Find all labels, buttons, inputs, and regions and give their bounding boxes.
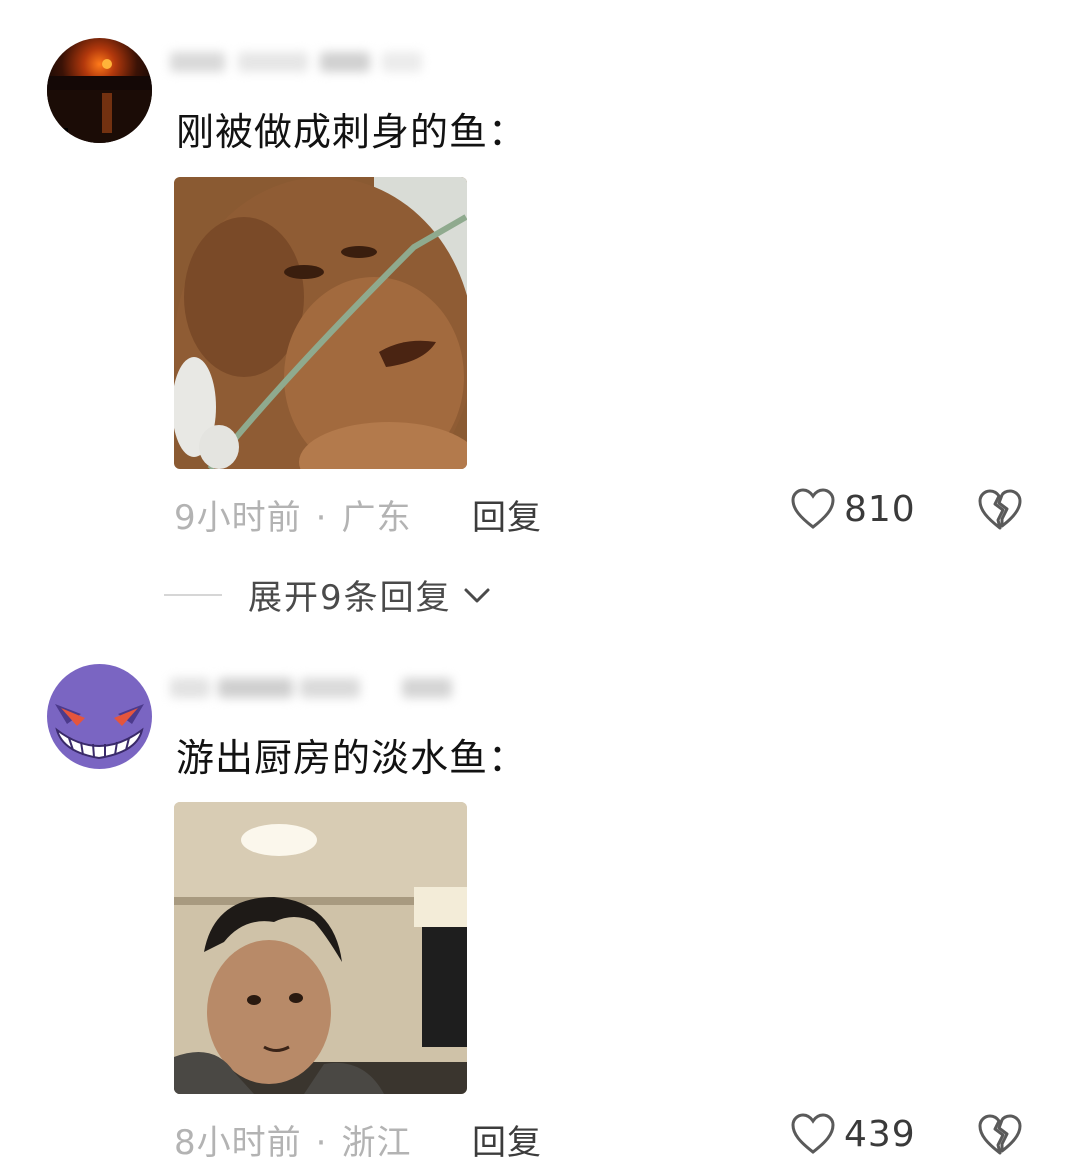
reply-button[interactable]: 回复 xyxy=(472,490,542,539)
comment-item: 游出厨房的淡水鱼： 8小时前 · 浙江 回复 439 xyxy=(0,626,1080,1175)
gengar-avatar-icon xyxy=(47,664,152,769)
comment-meta: 9小时前 · 广东 xyxy=(174,490,411,539)
comment-location: 浙江 xyxy=(341,1123,412,1163)
like-button[interactable]: 439 xyxy=(790,1112,916,1156)
startled-man-meme-icon xyxy=(174,802,467,1094)
reply-button[interactable]: 回复 xyxy=(472,1115,542,1164)
separator: · xyxy=(315,498,328,538)
dislike-button[interactable] xyxy=(976,488,1024,536)
user-avatar[interactable] xyxy=(47,664,152,769)
separator: · xyxy=(315,1123,328,1163)
comment-location: 广东 xyxy=(341,498,412,538)
comment-image[interactable] xyxy=(174,802,467,1094)
orangutan-meme-icon xyxy=(174,177,467,469)
comment-text: 游出厨房的淡水鱼： xyxy=(176,736,528,780)
like-button[interactable]: 810 xyxy=(790,487,916,531)
like-count: 439 xyxy=(844,1113,916,1155)
expand-replies-button[interactable]: 展开9条回复 xyxy=(164,570,494,619)
broken-heart-icon xyxy=(978,489,1022,530)
broken-heart-icon xyxy=(978,1114,1022,1155)
like-count: 810 xyxy=(844,488,916,530)
heart-icon xyxy=(791,1113,835,1154)
comment-item: 刚被做成刺身的鱼： 9小时前 · 广东 回复 810 xyxy=(0,0,1080,560)
username-blurred xyxy=(160,670,452,704)
sunset-lake-avatar-icon xyxy=(47,38,152,143)
comment-image[interactable] xyxy=(174,177,467,469)
divider xyxy=(164,593,222,596)
chevron-down-icon xyxy=(464,588,490,602)
expand-replies-label: 展开9条回复 xyxy=(248,578,452,618)
user-avatar[interactable] xyxy=(47,38,152,143)
dislike-button[interactable] xyxy=(976,1113,1024,1161)
heart-icon xyxy=(791,488,835,529)
comment-time: 9小时前 xyxy=(174,498,302,538)
comment-text: 刚被做成刺身的鱼： xyxy=(176,110,528,154)
username-blurred xyxy=(160,44,440,78)
comment-time: 8小时前 xyxy=(174,1123,302,1163)
comment-meta: 8小时前 · 浙江 xyxy=(174,1115,411,1164)
